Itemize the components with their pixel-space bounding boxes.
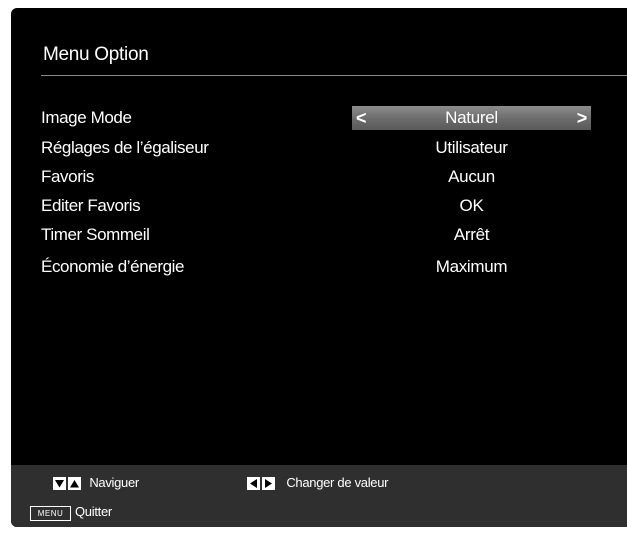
option-row-equalizer[interactable]: Réglages de l’égaliseur Utilisateur [41, 136, 627, 160]
option-label: Editer Favoris [41, 196, 141, 215]
option-value[interactable]: Maximum [352, 255, 591, 279]
tv-menu-panel: Menu Option Image Mode < Naturel > Régla… [11, 8, 627, 527]
option-label: Favoris [41, 167, 94, 186]
option-row-energy-saving[interactable]: Économie d’énergie Maximum [41, 255, 627, 279]
quit-label: Quitter [75, 504, 112, 519]
option-row-favorites[interactable]: Favoris Aucun [41, 165, 627, 189]
option-row-edit-favorites[interactable]: Editer Favoris OK [41, 194, 627, 218]
option-value[interactable]: Aucun [352, 165, 591, 189]
option-row-sleep-timer[interactable]: Timer Sommeil Arrêt [41, 223, 627, 247]
navigate-hint: Naviguer [53, 475, 139, 491]
title-divider [41, 75, 627, 76]
option-label: Économie d’énergie [41, 257, 185, 276]
change-value-label: Changer de valeur [286, 475, 389, 490]
up-triangle-icon [68, 477, 81, 491]
chevron-right-icon[interactable]: > [577, 106, 588, 130]
right-triangle-icon [262, 477, 275, 491]
option-value[interactable]: Utilisateur [352, 136, 591, 160]
navigate-label: Naviguer [89, 475, 139, 490]
change-value-hint: Changer de valeur [247, 475, 389, 491]
option-value[interactable]: OK [352, 194, 591, 218]
option-value[interactable]: Arrêt [352, 223, 591, 247]
menu-key-icon: MENU [30, 506, 71, 521]
menu-title: Menu Option [43, 44, 149, 65]
option-label: Image Mode [41, 108, 132, 127]
option-value-selector[interactable]: < Naturel > [352, 106, 591, 130]
option-label: Timer Sommeil [41, 225, 150, 244]
option-label: Réglages de l’égaliseur [41, 138, 209, 157]
option-value: Naturel [445, 108, 498, 127]
help-bar: Naviguer Changer de valeur MENU Quitter [11, 465, 627, 527]
left-triangle-icon [247, 477, 260, 491]
chevron-left-icon[interactable]: < [356, 106, 367, 130]
option-row-image-mode[interactable]: Image Mode < Naturel > [41, 106, 627, 130]
down-triangle-icon [53, 477, 66, 491]
